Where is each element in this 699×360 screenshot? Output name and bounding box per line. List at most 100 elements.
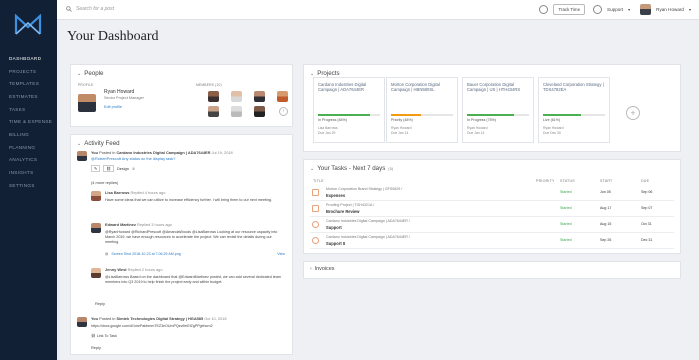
member-avatar[interactable] <box>208 91 219 102</box>
sidebar-item-insights[interactable]: INSIGHTS <box>0 166 57 179</box>
task-status[interactable]: Started <box>560 238 572 242</box>
task-project[interactable]: Proofing Project | TGH4321A / <box>326 203 374 207</box>
sidebar-item-time-expense[interactable]: TIME & EXPENSE <box>0 115 57 128</box>
invoices-header[interactable]: › Invoices <box>310 266 334 272</box>
member-avatar[interactable] <box>231 106 242 117</box>
project-card[interactable]: Cardano Industries Digital Campaign | AD… <box>313 77 385 143</box>
sidebar-item-settings[interactable]: SETTINGS <box>0 179 57 192</box>
post-project-link[interactable]: Cardano Industries Digital Campaign | AD… <box>116 150 210 155</box>
task-name[interactable]: Expenses <box>326 193 345 198</box>
table-row[interactable]: Proofing Project | TGH4321A / Brochure Re… <box>310 201 674 217</box>
post-link[interactable]: https://docs.google.com/d/1mePabbmmTEZ3e… <box>91 324 213 329</box>
reply-button[interactable]: Reply <box>91 345 101 350</box>
col-status[interactable]: STATUS <box>560 179 575 183</box>
sidebar-item-estimates[interactable]: ESTIMATES <box>0 90 57 103</box>
avatar[interactable] <box>77 151 87 161</box>
table-row[interactable]: Cardano Industries Digital Campaign | AD… <box>310 217 674 233</box>
profile-avatar[interactable] <box>78 94 96 112</box>
project-card[interactable]: Morton Corporation Digital Campaign | HB… <box>386 77 458 143</box>
member-avatar[interactable] <box>208 106 219 117</box>
people-header[interactable]: ⌄ People <box>77 70 103 77</box>
reply-author[interactable]: Lisa Barrows <box>105 190 129 195</box>
support-menu[interactable]: Support <box>607 7 623 12</box>
project-card[interactable]: Bauer Corporation Digital Campaign | US … <box>462 77 534 143</box>
project-name[interactable]: Bauer Corporation Digital Campaign | US … <box>467 82 529 93</box>
tasks-header[interactable]: ⌄ Your Tasks - Next 7 days (5) <box>310 165 393 172</box>
reply-button[interactable]: Reply <box>95 301 105 306</box>
member-avatar[interactable] <box>231 91 242 102</box>
projects-header[interactable]: ⌄ Projects <box>310 70 340 77</box>
timer-icon[interactable] <box>539 5 549 14</box>
member-avatar[interactable] <box>254 91 265 102</box>
reply-author[interactable]: Jenny West <box>105 267 127 272</box>
check-icon[interactable] <box>312 237 319 244</box>
collapse-chevron-icon[interactable]: ⌄ <box>77 71 81 77</box>
edit-profile-link[interactable]: Edit profile <box>104 105 122 109</box>
user-name[interactable]: Ryan Howard <box>656 7 684 12</box>
task-project[interactable]: Cardano Industries Digital Campaign | AD… <box>326 219 410 223</box>
task-project[interactable]: Cardano Industries Digital Campaign | AD… <box>326 235 410 239</box>
member-avatar[interactable] <box>277 91 288 102</box>
task-name[interactable]: Brochure Review <box>326 209 359 214</box>
project-name[interactable]: Cleveland Corporation Strategy | TDS4782… <box>543 82 605 93</box>
sidebar-item-projects[interactable]: PROJECTS <box>0 65 57 78</box>
post-project-link[interactable]: Simtek Technologies Digital Strategy | H… <box>116 316 203 321</box>
project-name[interactable]: Morton Corporation Digital Campaign | HB… <box>391 82 453 93</box>
post-author[interactable]: You <box>91 316 98 321</box>
task-tag[interactable]: ✎ ⛓ Design ⊗ <box>91 165 135 172</box>
task-name[interactable]: Support II <box>326 241 345 246</box>
member-avatar[interactable] <box>254 106 265 117</box>
task-status[interactable]: Started <box>560 206 572 210</box>
collapse-chevron-icon[interactable]: ⌄ <box>310 71 314 77</box>
table-row[interactable]: Morton Corporation Brand Strategy | GFS0… <box>310 185 674 201</box>
sidebar-item-tasks[interactable]: TASKS <box>0 103 57 116</box>
user-menu-chevron-icon[interactable]: ▾ <box>689 7 691 12</box>
avatar[interactable] <box>77 317 87 327</box>
col-start[interactable]: START <box>600 179 612 183</box>
chevron-down-icon[interactable]: ▾ <box>628 7 630 12</box>
avatar[interactable] <box>640 4 652 15</box>
avatar[interactable] <box>91 268 101 278</box>
project-name[interactable]: Cardano Industries Digital Campaign | AD… <box>318 82 380 93</box>
design-tag[interactable]: Design <box>117 167 129 171</box>
sidebar-item-planning[interactable]: PLANNING <box>0 141 57 154</box>
collapse-chevron-icon[interactable]: ⌄ <box>310 166 314 172</box>
col-due[interactable]: DUE <box>641 179 649 183</box>
col-title[interactable]: TITLE <box>313 179 324 183</box>
project-card[interactable]: Cleveland Corporation Strategy | TDS4782… <box>538 77 610 143</box>
attachment[interactable]: ▤ Screen Shot 2018-10-23 at 7.06.25 AM.p… <box>105 252 285 256</box>
sidebar-item-analytics[interactable]: ANALYTICS <box>0 154 57 167</box>
more-members-icon[interactable]: › <box>279 107 288 116</box>
task-project[interactable]: Morton Corporation Brand Strategy | GFS0… <box>326 187 402 191</box>
view-link[interactable]: View <box>277 252 285 256</box>
task-status[interactable]: Started <box>560 190 572 194</box>
post-author[interactable]: You <box>91 150 98 155</box>
attachment-name[interactable]: Screen Shot 2018-10-23 at 7.06.25 AM.png <box>111 252 180 256</box>
activity-header[interactable]: ⌄ Activity Feed <box>77 140 120 147</box>
sidebar-item-dashboard[interactable]: DASHBOARD <box>0 52 57 65</box>
reply-author[interactable]: Edward Martinez <box>105 222 136 227</box>
avatar[interactable] <box>91 191 101 201</box>
more-replies-link[interactable]: (4 more replies) <box>91 180 118 185</box>
task-name[interactable]: Support <box>326 225 342 230</box>
col-priority[interactable]: PRIORITY <box>536 179 555 183</box>
task-icon[interactable] <box>312 205 319 212</box>
expand-chevron-icon[interactable]: › <box>310 266 312 272</box>
check-icon[interactable] <box>312 221 319 228</box>
task-icon[interactable] <box>312 189 319 196</box>
avatar[interactable] <box>91 223 101 233</box>
sidebar-item-billing[interactable]: BILLING <box>0 128 57 141</box>
add-project-button[interactable]: + <box>626 106 640 120</box>
task-status[interactable]: Started <box>560 222 572 226</box>
collapse-chevron-icon[interactable]: ⌄ <box>77 141 81 147</box>
search-box[interactable]: Search for a post <box>66 6 114 12</box>
link-to-task[interactable]: ⛓ Link To Task <box>91 334 117 339</box>
sidebar-item-templates[interactable]: TEMPLATES <box>0 77 57 90</box>
close-icon[interactable]: ⊗ <box>132 166 135 171</box>
pencil-icon[interactable]: ✎ <box>91 165 101 172</box>
track-time-button[interactable]: Track Time <box>553 4 586 15</box>
table-row[interactable]: Cardano Industries Digital Campaign | AD… <box>310 233 674 249</box>
logo-icon[interactable] <box>14 14 42 36</box>
help-icon[interactable] <box>593 5 603 14</box>
link-icon[interactable]: ⛓ <box>103 165 115 172</box>
